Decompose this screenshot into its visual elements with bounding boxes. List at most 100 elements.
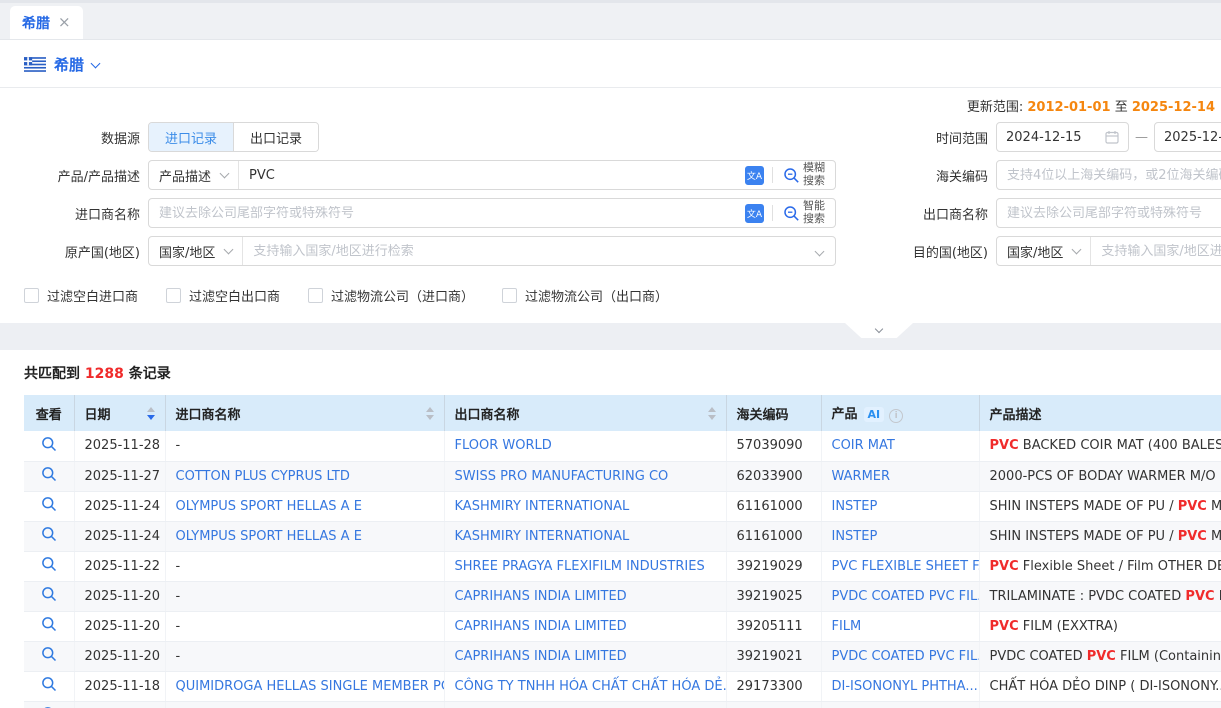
filter-blank-importer[interactable]: 过滤空白进口商 <box>24 286 138 305</box>
date-cell: 2025-11-28 <box>74 431 165 461</box>
keyword-highlight: PVC <box>1178 529 1207 544</box>
exporter-input[interactable] <box>997 206 1221 221</box>
importer-input[interactable] <box>149 206 745 221</box>
exporter-cell[interactable]: SHREE PRAGYA FLEXIFILM INDUSTRIES <box>444 551 726 581</box>
exporter-cell[interactable]: CÔNG TY TNHH HÓA CHẤT CHẤT HÓA DẺ... <box>444 671 726 701</box>
exporter-cell[interactable]: CAPRIHANS INDIA LIMITED <box>444 581 726 611</box>
collapse-panel-handle[interactable] <box>845 323 913 338</box>
product-input[interactable] <box>239 168 745 183</box>
view-record-icon[interactable] <box>41 556 57 572</box>
view-record-icon[interactable] <box>41 646 57 662</box>
view-record-icon[interactable] <box>41 526 57 542</box>
product-cell[interactable]: PVC FLEXIBLE SHEET F... <box>821 551 979 581</box>
view-cell[interactable] <box>24 701 74 708</box>
data-source-label: 数据源 <box>0 128 140 147</box>
description-cell: 2000-PCS OF BODAY WARMER M/O ... <box>979 461 1221 491</box>
results-count: 共匹配到 1288 条记录 <box>24 363 1221 383</box>
tab-import-records[interactable]: 进口记录 <box>149 123 233 151</box>
translate-icon[interactable]: 文A <box>745 204 764 223</box>
tab-greece[interactable]: 希腊 × <box>10 6 83 39</box>
hs-code-input[interactable] <box>997 168 1221 183</box>
exporter-cell[interactable]: KASHMIRY INTERNATIONAL <box>444 521 726 551</box>
importer-cell[interactable]: APOSTOLIDIS THEODOROS <box>165 701 444 708</box>
view-cell[interactable] <box>24 431 74 461</box>
dest-country-input[interactable] <box>1091 244 1221 259</box>
search-icon <box>783 205 800 222</box>
description-cell: PVC PROMOTION PATCHES DETAIL ... <box>979 701 1221 708</box>
view-cell[interactable] <box>24 611 74 641</box>
exporter-cell[interactable]: KASHMIRY INTERNATIONAL <box>444 491 726 521</box>
close-icon[interactable]: × <box>58 15 71 30</box>
translate-icon[interactable]: 文A <box>745 166 764 185</box>
product-type-select[interactable]: 产品描述 <box>149 161 239 189</box>
importer-cell[interactable]: QUIMIDROGA HELLAS SINGLE MEMBER PC <box>165 671 444 701</box>
view-record-icon[interactable] <box>41 496 57 512</box>
tab-export-records[interactable]: 出口记录 <box>233 123 318 151</box>
checkbox[interactable] <box>166 288 181 303</box>
view-cell[interactable] <box>24 461 74 491</box>
filter-logistics-exporter[interactable]: 过滤物流公司（出口商） <box>502 286 668 305</box>
dest-country-select[interactable]: 国家/地区 <box>997 237 1091 265</box>
exporter-cell[interactable]: FLOOR WORLD <box>444 431 726 461</box>
view-cell[interactable] <box>24 521 74 551</box>
description-cell: SHIN INSTEPS MADE OF PU / PVC M... <box>979 521 1221 551</box>
col-importer[interactable]: 进口商名称 <box>165 395 444 431</box>
col-description: 产品描述 <box>979 395 1221 431</box>
update-range: 更新范围: 2012-01-01 至 2025-12-14 <box>0 96 1221 114</box>
product-cell[interactable]: DI-ISONONYL PHTHA... <box>821 671 979 701</box>
description-cell: PVC BACKED COIR MAT (400 BALES)... <box>979 431 1221 461</box>
origin-country-select[interactable]: 国家/地区 <box>149 237 243 265</box>
product-cell[interactable]: PVDC COATED PVC FIL... <box>821 581 979 611</box>
calendar-icon[interactable] <box>1105 130 1119 144</box>
importer-label: 进口商名称 <box>0 204 140 223</box>
importer-cell[interactable]: COTTON PLUS CYPRUS LTD <box>165 461 444 491</box>
filter-checkboxes: 过滤空白进口商 过滤空白出口商 过滤物流公司（进口商） 过滤物流公司（出口商） <box>24 286 1221 305</box>
product-cell[interactable]: PVDC COATED PVC FIL... <box>821 641 979 671</box>
view-record-icon[interactable] <box>41 466 57 482</box>
exporter-cell[interactable]: CAPRIHANS INDIA LIMITED <box>444 611 726 641</box>
view-record-icon[interactable] <box>41 436 57 452</box>
keyword-highlight: PVC <box>990 438 1019 453</box>
col-date[interactable]: 日期 <box>74 395 165 431</box>
exporter-cell[interactable]: SWISS PRO MANUFACTURING CO <box>444 461 726 491</box>
chevron-down-icon[interactable] <box>815 246 825 256</box>
hs-code-cell: 39219021 <box>726 641 821 671</box>
filter-blank-exporter[interactable]: 过滤空白出口商 <box>166 286 280 305</box>
view-cell[interactable] <box>24 581 74 611</box>
product-cell[interactable]: FILM <box>821 611 979 641</box>
info-icon[interactable]: i <box>889 409 903 423</box>
tab-title: 希腊 <box>22 13 50 33</box>
hs-code-cell: 39205111 <box>726 611 821 641</box>
view-record-icon[interactable] <box>41 586 57 602</box>
checkbox[interactable] <box>308 288 323 303</box>
view-record-icon[interactable] <box>41 676 57 692</box>
view-cell[interactable] <box>24 491 74 521</box>
product-label: 产品/产品描述 <box>0 166 140 185</box>
product-cell[interactable]: PROMOTION PATCH <box>821 701 979 708</box>
hs-code-cell: 62033900 <box>726 461 821 491</box>
view-cell[interactable] <box>24 641 74 671</box>
importer-cell[interactable]: OLYMPUS SPORT HELLAS A E <box>165 491 444 521</box>
importer-cell[interactable]: OLYMPUS SPORT HELLAS A E <box>165 521 444 551</box>
product-cell[interactable]: WARMER <box>821 461 979 491</box>
product-cell[interactable]: COIR MAT <box>821 431 979 461</box>
chevron-down-icon[interactable] <box>91 58 101 68</box>
checkbox[interactable] <box>24 288 39 303</box>
view-record-icon[interactable] <box>41 616 57 632</box>
smart-search-button[interactable]: 智能搜索 <box>781 200 835 225</box>
exporter-cell[interactable]: CAPRIHANS INDIA LIMITED <box>444 641 726 671</box>
date-end-input[interactable]: 2025-12-14 <box>1154 122 1221 152</box>
checkbox[interactable] <box>502 288 517 303</box>
product-cell[interactable]: INSTEP <box>821 521 979 551</box>
date-start-input[interactable]: 2024-12-15 <box>996 122 1129 152</box>
view-cell[interactable] <box>24 671 74 701</box>
page-title: 希腊 <box>54 54 84 75</box>
product-cell[interactable]: INSTEP <box>821 491 979 521</box>
filter-logistics-importer[interactable]: 过滤物流公司（进口商） <box>308 286 474 305</box>
table-row: 2025-11-20-CAPRIHANS INDIA LIMITED392190… <box>24 641 1221 671</box>
origin-country-input[interactable] <box>243 244 812 259</box>
exporter-cell[interactable]: OWL IMPEX <box>444 701 726 708</box>
view-cell[interactable] <box>24 551 74 581</box>
fuzzy-search-button[interactable]: 模糊搜索 <box>781 162 835 187</box>
col-exporter[interactable]: 出口商名称 <box>444 395 726 431</box>
